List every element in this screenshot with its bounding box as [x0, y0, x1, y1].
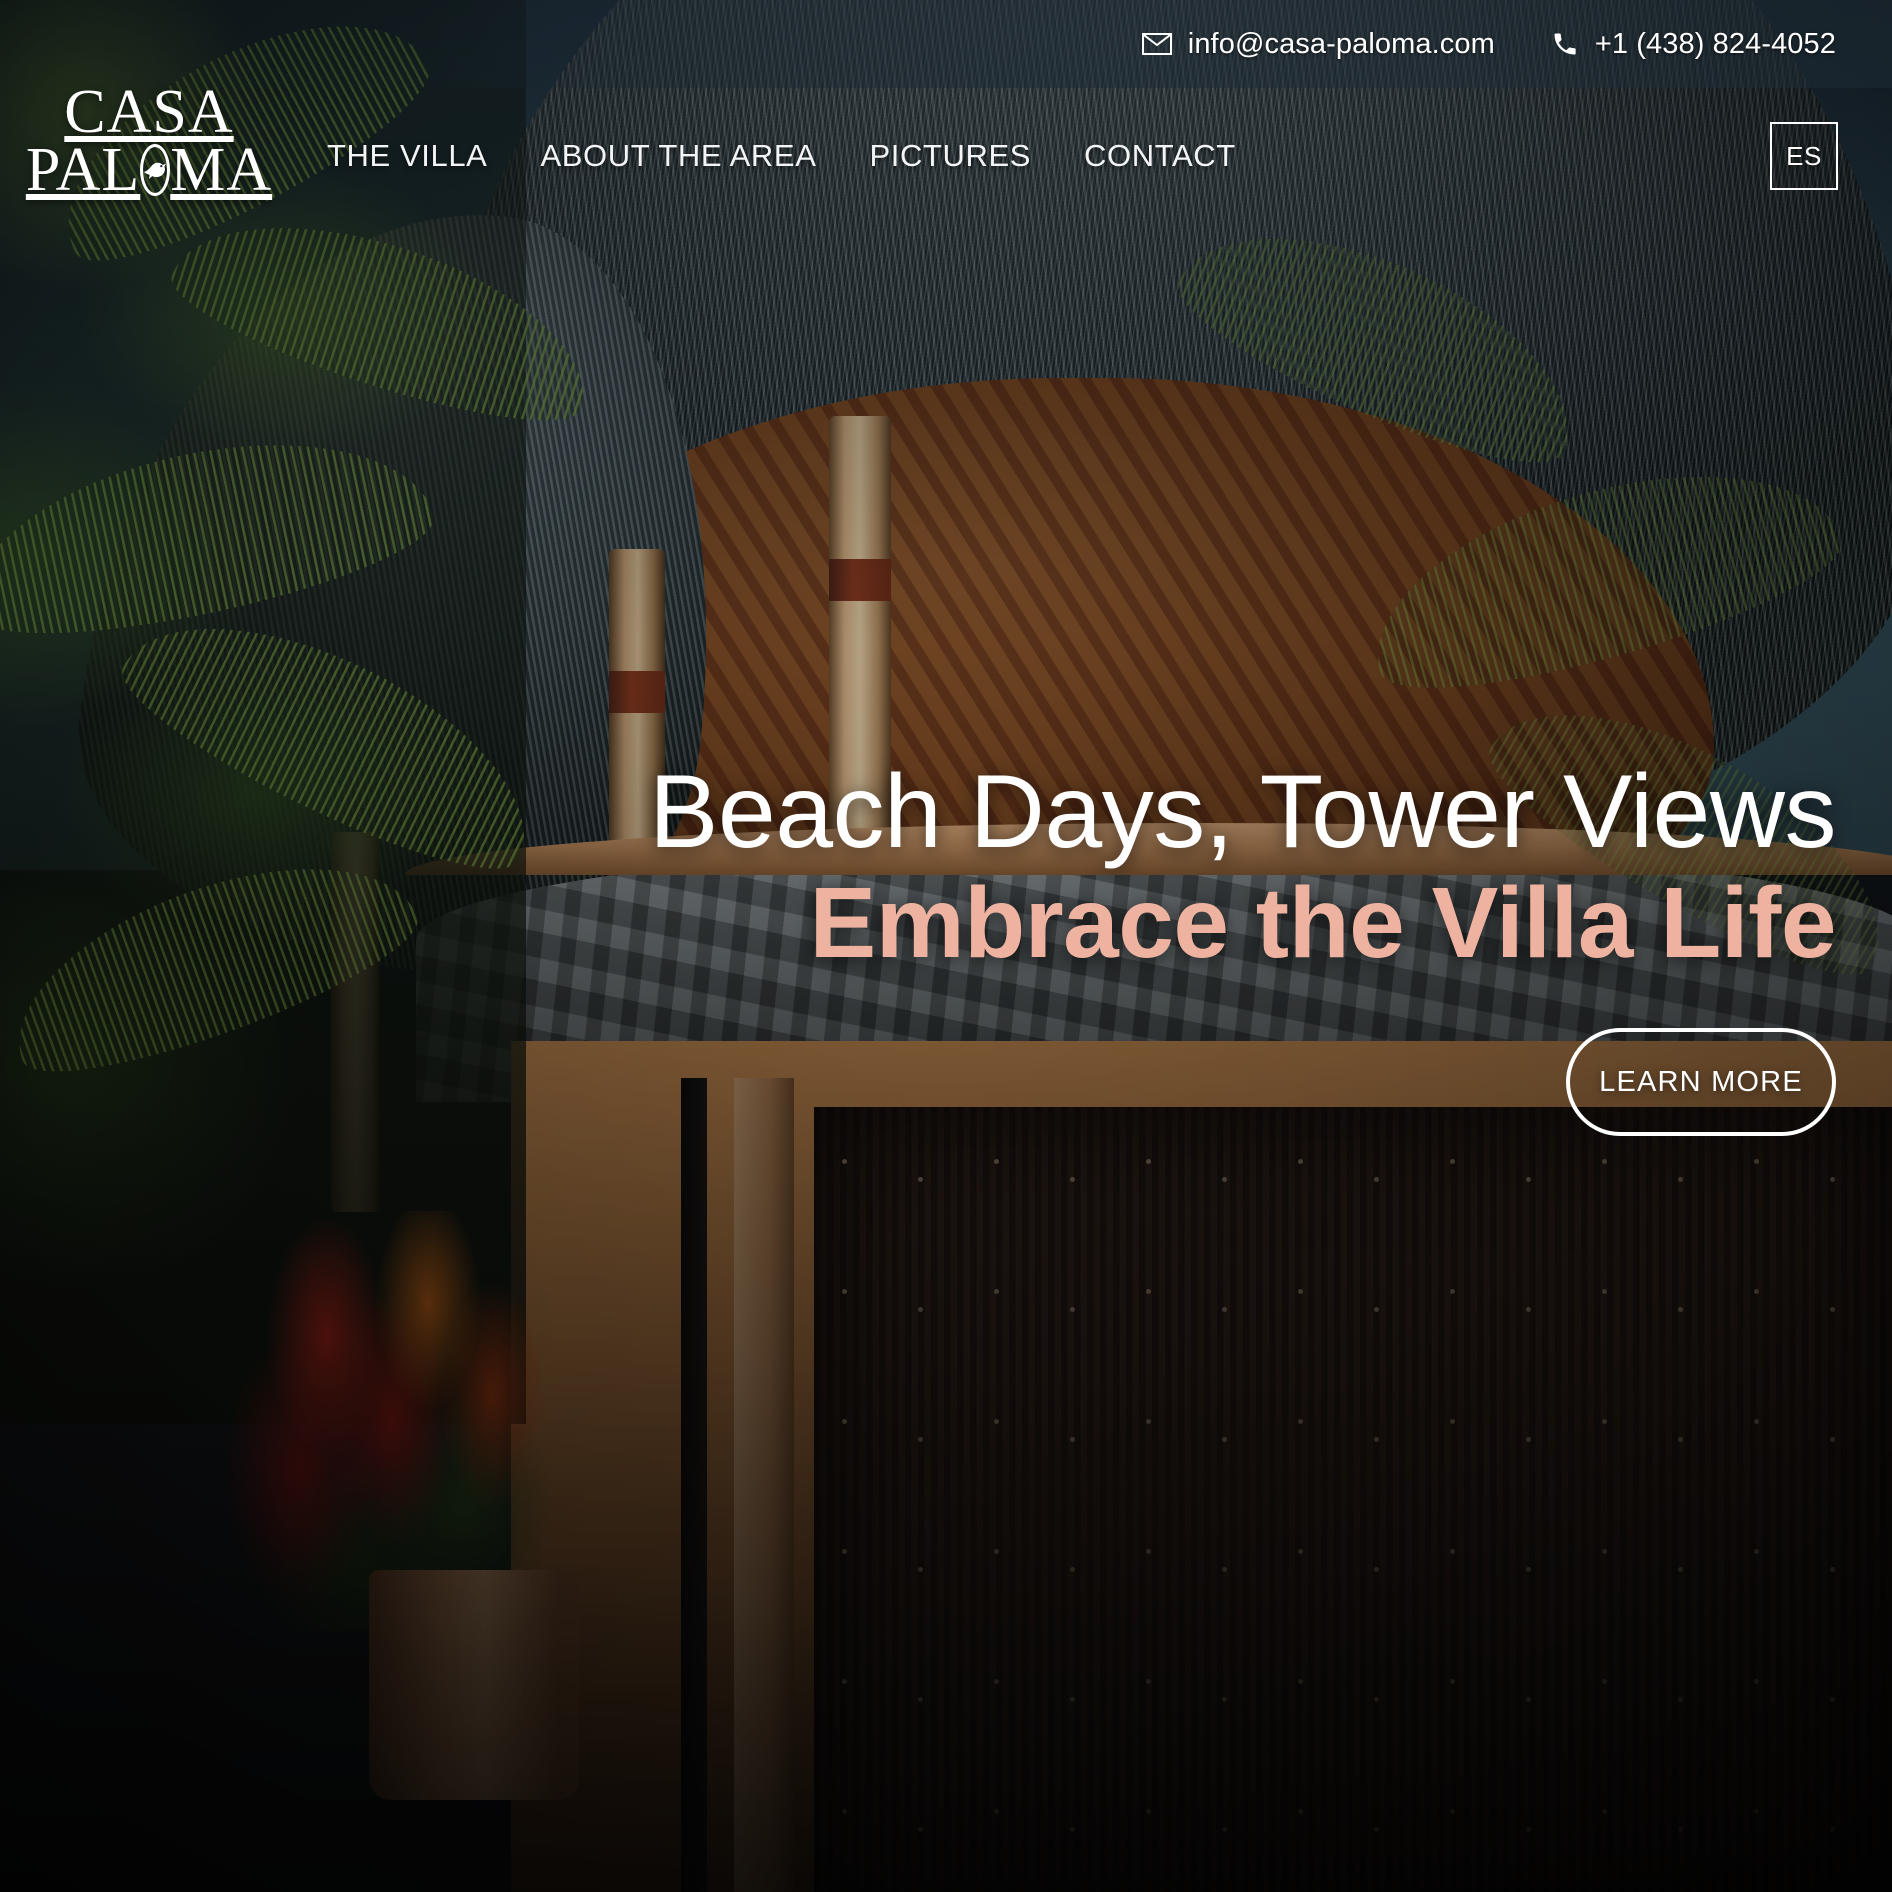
hero-copy-block: Beach Days, Tower Views Embrace the Vill…: [576, 754, 1837, 1136]
logo-line-paloma: PAL MA: [26, 139, 271, 201]
logo-line-casa: CASA: [64, 78, 234, 146]
main-navigation-bar: CASA PAL MA THE VILLA ABOUT THE AREA PIC…: [0, 81, 1892, 223]
top-contact-bar: info@casa-paloma.com +1 (438) 824-4052: [0, 0, 1892, 88]
nav-links: THE VILLA ABOUT THE AREA PICTURES CONTAC…: [325, 88, 1238, 223]
nav-item-pictures[interactable]: PICTURES: [867, 132, 1033, 180]
language-toggle-button[interactable]: ES: [1770, 122, 1838, 190]
logo-paloma-prefix: PAL: [25, 135, 141, 204]
logo-paloma-suffix: MA: [170, 135, 273, 204]
dove-icon: [140, 144, 171, 197]
hero-section: info@casa-paloma.com +1 (438) 824-4052 C…: [0, 0, 1892, 1892]
phone-icon: [1551, 30, 1579, 58]
phone-text: +1 (438) 824-4052: [1594, 27, 1836, 60]
nav-item-about-the-area[interactable]: ABOUT THE AREA: [538, 132, 818, 180]
hero-cta-row: LEARN MORE: [576, 1028, 1836, 1136]
nav-item-the-villa[interactable]: THE VILLA: [325, 132, 489, 180]
hero-headline-line2: Embrace the Villa Life: [809, 867, 1837, 979]
envelope-icon: [1141, 33, 1172, 55]
site-logo[interactable]: CASA PAL MA: [26, 78, 271, 201]
email-text: info@casa-paloma.com: [1187, 27, 1495, 60]
email-contact-link[interactable]: info@casa-paloma.com: [1141, 27, 1495, 61]
nav-item-contact[interactable]: CONTACT: [1082, 132, 1238, 180]
learn-more-button[interactable]: LEARN MORE: [1566, 1028, 1836, 1136]
phone-contact-link[interactable]: +1 (438) 824-4052: [1551, 28, 1836, 61]
hero-headline-line1: Beach Days, Tower Views: [649, 754, 1837, 870]
